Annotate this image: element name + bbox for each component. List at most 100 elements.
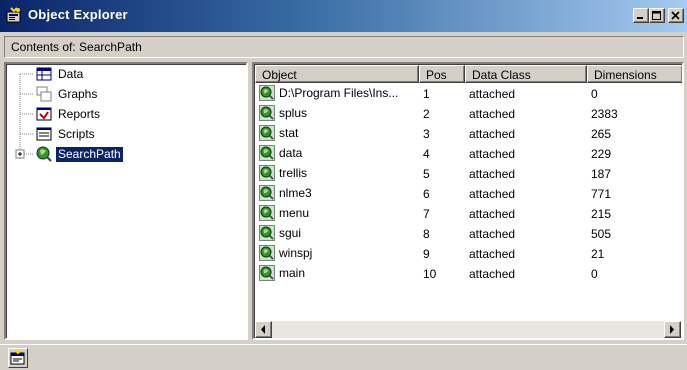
data-class-cell: attached	[469, 227, 516, 241]
arrow-left-icon	[261, 325, 265, 334]
column-header-pos[interactable]: Pos	[419, 65, 465, 83]
tree-pane[interactable]: Data Graphs Reports Scripts SearchPath	[4, 62, 248, 340]
attached-database-icon	[259, 125, 275, 141]
scroll-right-button[interactable]	[664, 321, 681, 338]
data-class-cell: attached	[469, 107, 516, 121]
tree-item-graphs[interactable]: Graphs	[36, 85, 99, 103]
minimize-button[interactable]	[633, 8, 649, 23]
dimensions-cell: 505	[591, 227, 612, 241]
table-row[interactable]: D:\Program Files\Ins... 1 attached 0	[255, 84, 682, 104]
attached-database-icon	[259, 85, 275, 101]
arrow-right-icon	[670, 325, 674, 334]
object-cell: menu	[259, 205, 419, 221]
minimize-icon	[637, 17, 643, 19]
table-row[interactable]: splus 2 attached 2383	[255, 104, 682, 124]
pos-cell: 4	[423, 147, 430, 161]
object-cell: stat	[259, 125, 419, 141]
attached-database-icon	[259, 205, 275, 221]
status-bar-button[interactable]	[8, 348, 28, 368]
close-button[interactable]	[668, 8, 684, 23]
table-row[interactable]: data 4 attached 229	[255, 144, 682, 164]
contents-of-label: Contents of: SearchPath	[11, 40, 142, 54]
scroll-left-button[interactable]	[255, 321, 272, 338]
attached-database-icon	[259, 245, 275, 261]
object-cell: D:\Program Files\Ins...	[259, 85, 419, 101]
object-name: sgui	[279, 226, 302, 240]
dimensions-cell: 0	[591, 87, 598, 101]
table-row[interactable]: nlme3 6 attached 771	[255, 184, 682, 204]
dimensions-cell: 215	[591, 207, 612, 221]
object-name: menu	[279, 206, 310, 220]
searchpath-icon	[36, 146, 52, 162]
data-class-cell: attached	[469, 147, 516, 161]
table-row[interactable]: sgui 8 attached 505	[255, 224, 682, 244]
tree-item-scripts[interactable]: Scripts	[36, 125, 97, 143]
object-cell: sgui	[259, 225, 419, 241]
table-row[interactable]: menu 7 attached 215	[255, 204, 682, 224]
tree-item-label: Graphs	[58, 86, 98, 101]
window-title: Object Explorer	[28, 7, 128, 22]
title-bar[interactable]: Object Explorer	[0, 0, 687, 32]
object-name: winspj	[279, 246, 313, 260]
close-icon	[671, 11, 680, 20]
pos-cell: 5	[423, 167, 430, 181]
column-header-dimensions[interactable]: Dimensions	[587, 65, 682, 83]
pos-cell: 9	[423, 247, 430, 261]
data-class-cell: attached	[469, 187, 516, 201]
object-explorer-window: Object Explorer Contents of: SearchPath	[0, 0, 687, 370]
horizontal-scrollbar[interactable]	[255, 321, 681, 338]
object-explorer-app-icon	[6, 7, 21, 23]
object-name: D:\Program Files\Ins...	[279, 86, 399, 100]
explorer-status-icon	[10, 349, 25, 365]
data-class-cell: attached	[469, 87, 516, 101]
pos-cell: 2	[423, 107, 430, 121]
object-cell: splus	[259, 105, 419, 121]
list-header: Object Pos Data Class Dimensions	[255, 65, 682, 83]
column-header-data-class[interactable]: Data Class	[465, 65, 587, 83]
tree-item-label: Data	[58, 66, 84, 81]
tree-item-searchpath[interactable]: SearchPath	[36, 145, 124, 163]
column-header-object[interactable]: Object	[255, 65, 419, 83]
table-row[interactable]: winspj 9 attached 21	[255, 244, 682, 264]
data-class-cell: attached	[469, 247, 516, 261]
tree-item-label: Reports	[58, 106, 101, 121]
object-name: stat	[279, 126, 299, 140]
object-name: nlme3	[279, 186, 312, 200]
pos-cell: 10	[423, 267, 437, 281]
attached-database-icon	[259, 185, 275, 201]
graphs-icon	[36, 86, 52, 102]
object-list-pane[interactable]: Object Pos Data Class Dimensions D:\Prog…	[252, 62, 684, 340]
pos-cell: 3	[423, 127, 430, 141]
tree-item-label: SearchPath	[55, 145, 124, 163]
pos-cell: 8	[423, 227, 430, 241]
data-class-cell: attached	[469, 167, 516, 181]
scripts-icon	[36, 127, 52, 141]
table-row[interactable]: stat 3 attached 265	[255, 124, 682, 144]
maximize-button[interactable]	[649, 8, 665, 23]
attached-database-icon	[259, 165, 275, 181]
object-cell: trellis	[259, 165, 419, 181]
table-row[interactable]: trellis 5 attached 187	[255, 164, 682, 184]
dimensions-cell: 2383	[591, 107, 618, 121]
data-class-cell: attached	[469, 207, 516, 221]
attached-database-icon	[259, 145, 275, 161]
dimensions-cell: 0	[591, 267, 598, 281]
data-table-icon	[36, 67, 52, 81]
tree-item-reports[interactable]: Reports	[36, 105, 102, 123]
dimensions-cell: 229	[591, 147, 612, 161]
object-cell: main	[259, 265, 419, 281]
tree-item-data[interactable]: Data	[36, 65, 85, 83]
dimensions-cell: 265	[591, 127, 612, 141]
reports-icon	[36, 107, 52, 121]
data-class-cell: attached	[469, 267, 516, 281]
attached-database-icon	[259, 105, 275, 121]
status-bar	[0, 344, 687, 370]
dimensions-cell: 187	[591, 167, 612, 181]
object-name: main	[279, 266, 306, 280]
maximize-icon	[652, 11, 661, 20]
attached-database-icon	[259, 265, 275, 281]
table-row[interactable]: main 10 attached 0	[255, 264, 682, 284]
contents-of-bar: Contents of: SearchPath	[4, 36, 684, 58]
object-name: data	[279, 146, 303, 160]
object-name: trellis	[279, 166, 308, 180]
